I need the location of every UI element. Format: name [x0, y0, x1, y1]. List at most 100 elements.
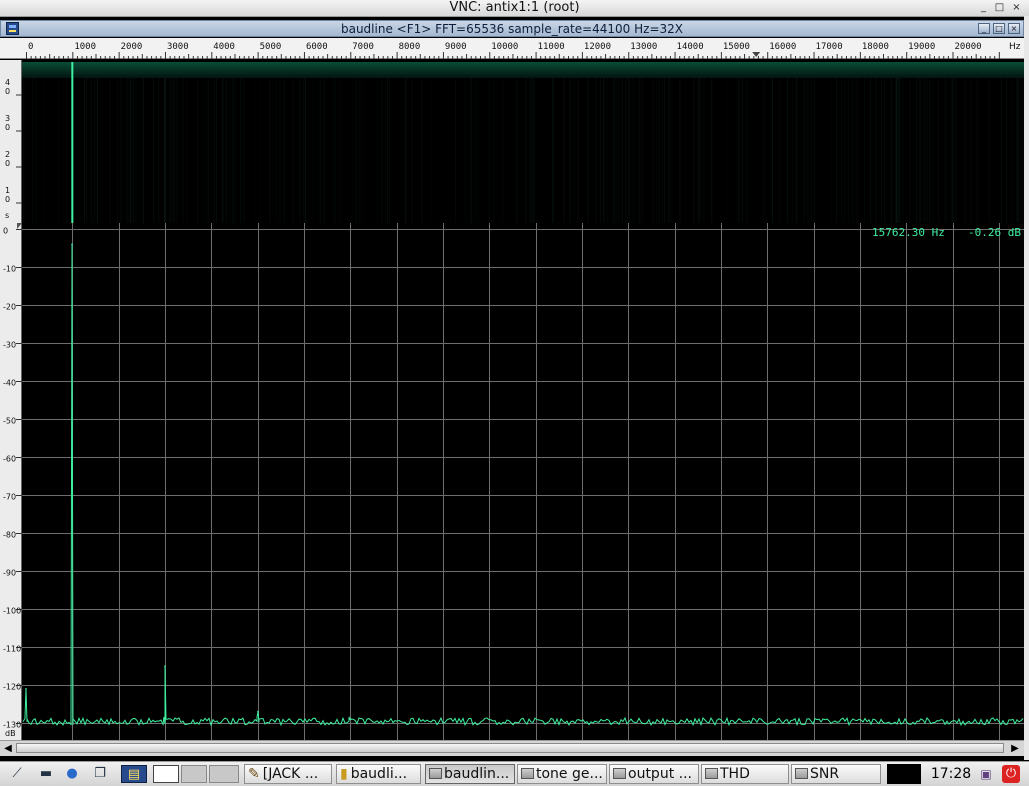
spectrum-db-tick-label: -10	[3, 265, 16, 274]
scroll-left-arrow-icon[interactable]: ◀	[1, 741, 15, 756]
pen-icon: ✎	[248, 766, 260, 782]
ruler-tick-label: 3000	[167, 42, 189, 52]
ruler-tick-label: 7000	[352, 42, 374, 52]
task-label: THD	[720, 766, 750, 782]
taskbar: ⟋ ▬ ● ❐ ▤ ✎ [JACK ... ▮ baudli... baudlin.…	[0, 761, 1029, 786]
spectrum-db-axis	[0, 223, 22, 740]
ruler-tick-label: 16000	[769, 42, 796, 52]
workspace-2-icon[interactable]	[181, 765, 207, 783]
window-icon	[705, 768, 718, 779]
spectrum-peak-point	[164, 665, 166, 667]
app-close-button[interactable]: ×	[1008, 23, 1020, 34]
ruler-tick-label: 12000	[584, 42, 611, 52]
network-tray-icon[interactable]: ▣	[978, 766, 994, 782]
spectrum-peak-point	[349, 718, 351, 720]
spectrum-db-tick-label: -60	[3, 455, 16, 464]
task-baudline-folder[interactable]: ▮ baudli...	[336, 764, 421, 784]
task-label: output ...	[628, 766, 692, 782]
waterfall-time-unit: s	[5, 211, 9, 220]
ruler-tick-label: 0	[28, 42, 33, 52]
horizontal-scrollbar[interactable]: ◀ ▶	[0, 740, 1024, 756]
spectrum-svg: 0 -10 -20 -30 -40 -50 -60 -70 -80 -90 -100 -110 -120…	[0, 223, 1024, 740]
spectrum-peak-point	[25, 688, 27, 690]
window-edge	[1024, 16, 1029, 760]
task-label: SNR	[810, 766, 840, 782]
spectrum-db-unit: dB	[5, 729, 16, 738]
ruler-tick-label: 1000	[74, 42, 96, 52]
ruler-tick-label: 14000	[677, 42, 704, 52]
window-icon	[795, 768, 808, 779]
ruler-tick-label: 13000	[630, 42, 657, 52]
task-jack[interactable]: ✎ [JACK ...	[244, 764, 332, 784]
window-icon	[613, 768, 626, 779]
waterfall-time-label: 4	[5, 78, 10, 87]
ruler-unit-label: Hz	[1009, 42, 1021, 52]
app-titlebar: baudline <F1> FFT=65536 sample_rate=4410…	[0, 20, 1024, 37]
waterfall-display[interactable]: 40302010s	[0, 60, 1024, 223]
waterfall-svg: 40302010s	[0, 60, 1024, 223]
power-icon[interactable]: ⏻	[1002, 765, 1020, 783]
window-icon	[429, 768, 442, 779]
spectrum-db-tick-label: -90	[3, 569, 16, 578]
waterfall-recent-band	[22, 62, 1024, 78]
window-list-icon[interactable]: ❐	[90, 765, 110, 783]
task-label: baudlin...	[444, 766, 510, 782]
waterfall-time-label: 0	[5, 123, 10, 132]
vnc-minimize-button[interactable]: _	[977, 2, 990, 14]
frequency-ruler[interactable]: 0 1000 2000 3000 4000 5000 6000 7000 8000 9000 100…	[0, 38, 1024, 59]
vnc-close-button[interactable]: ×	[1010, 2, 1023, 14]
spectrum-db-tick-label: -40	[3, 379, 16, 388]
spectrum-db-tick-label: -110	[3, 645, 21, 654]
ruler-tick-label: 17000	[816, 42, 843, 52]
vnc-maximize-button[interactable]: □	[993, 2, 1006, 14]
task-tone-generator[interactable]: tone ge...	[517, 764, 607, 784]
task-label: baudli...	[350, 766, 408, 782]
vnc-window-title: VNC: antix1:1 (root)	[449, 0, 580, 15]
browser-globe-icon[interactable]: ●	[62, 765, 82, 783]
app-minimize-button[interactable]: _	[978, 23, 990, 34]
ruler-tick-label: 9000	[445, 42, 467, 52]
frequency-ruler-svg: 0 1000 2000 3000 4000 5000 6000 7000 8000 9000 100…	[0, 38, 1024, 59]
ruler-tick-label: 15000	[723, 42, 750, 52]
scroll-right-arrow-icon[interactable]: ▶	[1008, 741, 1022, 756]
waterfall-time-label: 2	[5, 150, 10, 159]
task-thd[interactable]: THD	[701, 764, 789, 784]
tray-applet[interactable]	[887, 764, 921, 784]
ruler-tick-label: 18000	[862, 42, 889, 52]
waterfall-time-label: 1	[5, 186, 10, 195]
spectrum-db-tick-label: -70	[3, 493, 16, 502]
spectrum-peak-point	[257, 710, 259, 713]
spectrum-peak-point	[71, 243, 73, 245]
start-menu-icon[interactable]: ⟋	[4, 765, 30, 783]
scrollbar-thumb[interactable]	[16, 743, 1004, 753]
clock[interactable]: 17:28	[926, 764, 976, 784]
workspace-1-icon[interactable]	[153, 765, 179, 783]
spectrum-db-tick-label: -50	[3, 417, 16, 426]
baudline-launcher-icon[interactable]: ▤	[121, 765, 147, 783]
desktop-icon[interactable]: ▬	[36, 765, 56, 783]
waterfall-time-label: 0	[5, 87, 10, 96]
spectrum-db-tick-label: -100	[3, 607, 21, 616]
app-maximize-button[interactable]: □	[993, 23, 1005, 34]
ruler-tick-label: 8000	[399, 42, 421, 52]
waterfall-time-label: 0	[5, 195, 10, 204]
waterfall-time-axis	[0, 60, 22, 223]
task-label: [JACK ...	[262, 766, 319, 782]
task-baudline[interactable]: baudlin...	[425, 764, 515, 784]
workspace-3-icon[interactable]	[209, 765, 239, 783]
task-snr[interactable]: SNR	[791, 764, 881, 784]
window-icon	[521, 768, 534, 779]
ruler-tick-label: 5000	[260, 42, 282, 52]
waterfall-time-label: 3	[5, 114, 10, 123]
ruler-tick-label: 2000	[121, 42, 143, 52]
spectrum-db-tick-label: -30	[3, 341, 16, 350]
cursor-level-readout: -0.26 dB	[968, 226, 1021, 239]
spectrum-plot[interactable]: 0 -10 -20 -30 -40 -50 -60 -70 -80 -90 -100 -110 -120…	[0, 223, 1024, 740]
ruler-tick-label: 6000	[306, 42, 328, 52]
vnc-titlebar: VNC: antix1:1 (root) _ □ ×	[0, 0, 1029, 17]
spectrum-db-tick-label: 0	[3, 227, 8, 236]
task-output[interactable]: output ...	[609, 764, 699, 784]
cursor-frequency-readout: 15762.30 Hz	[872, 226, 945, 239]
spectrum-db-tick-label: -20	[3, 303, 16, 312]
folder-icon: ▮	[340, 766, 348, 782]
